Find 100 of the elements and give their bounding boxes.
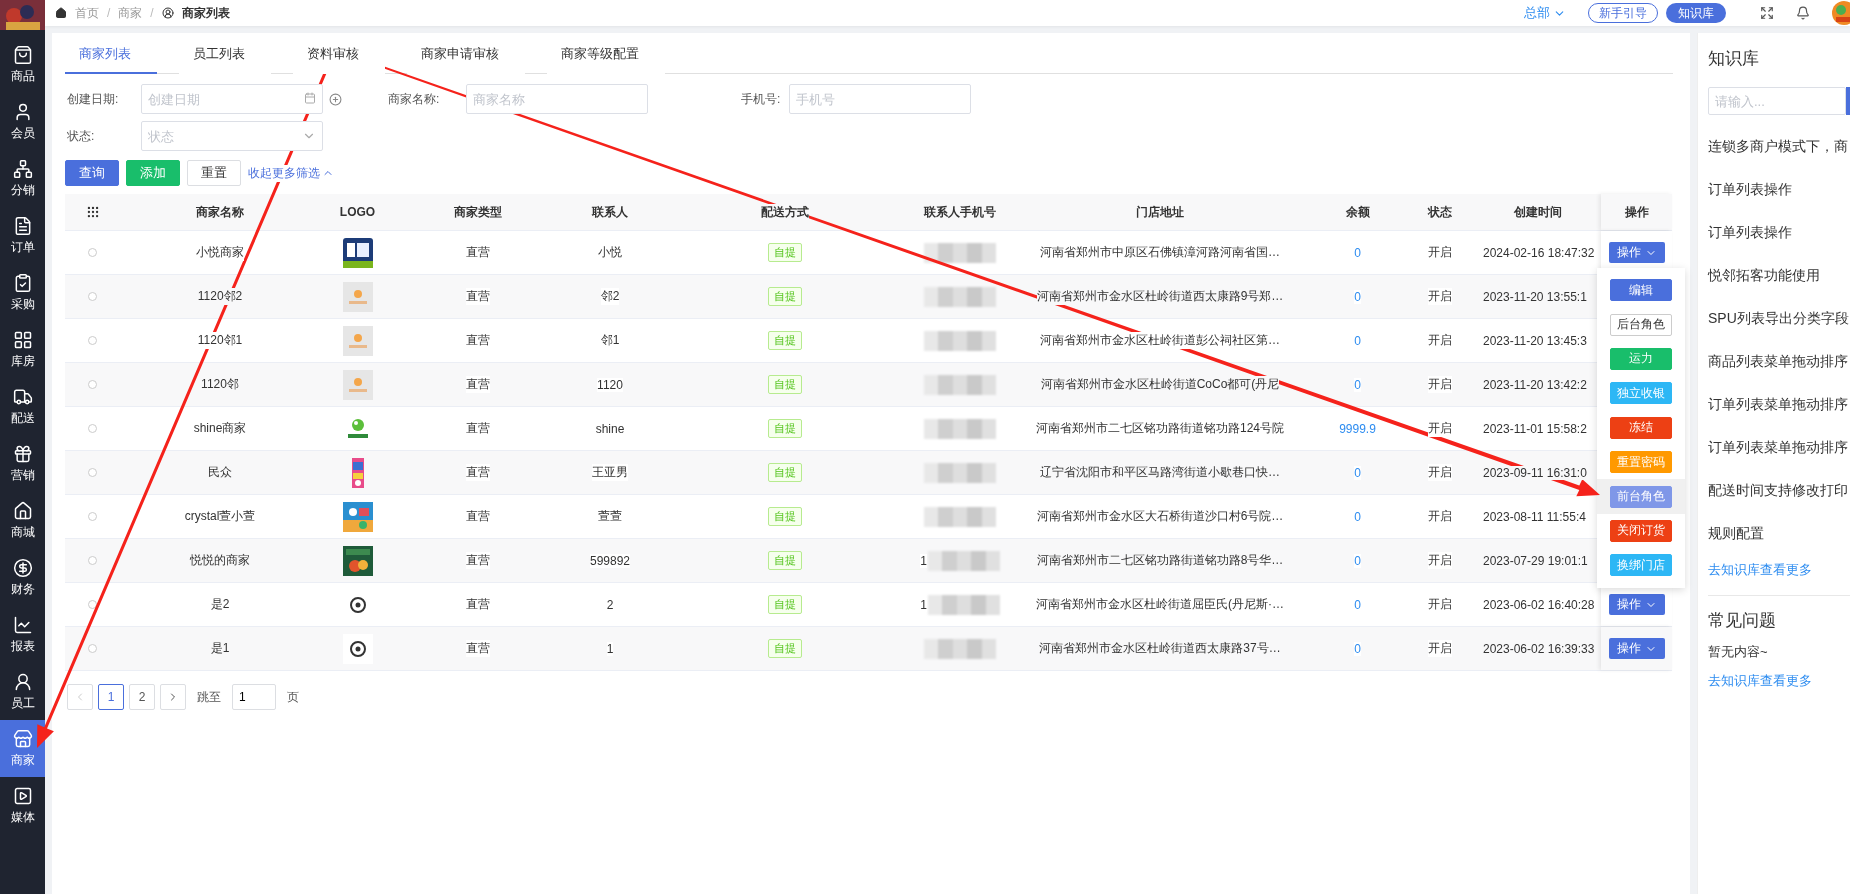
menu-action-button[interactable]: 前台角色 <box>1610 485 1672 508</box>
nav-item[interactable]: 媒体 <box>0 777 45 834</box>
balance-link[interactable]: 0 <box>1354 553 1361 568</box>
article-link[interactable]: 悦邻拓客功能使用 <box>1708 254 1850 297</box>
nav-item[interactable]: 员工 <box>0 663 45 720</box>
menu-action-button[interactable]: 冻结 <box>1610 416 1672 439</box>
gift-icon <box>12 443 33 464</box>
table-cell: 开启 <box>1428 596 1452 613</box>
table-cell: 河南省郑州市中原区石佛镇漳河路河南省国… <box>1040 244 1280 261</box>
row-radio[interactable] <box>88 292 97 301</box>
delivery-tag: 自提 <box>768 551 802 570</box>
nav-item[interactable]: 财务 <box>0 549 45 606</box>
reset-button[interactable]: 重置 <box>187 160 241 186</box>
redacted-phone <box>924 330 996 351</box>
row-radio[interactable] <box>88 556 97 565</box>
row-radio[interactable] <box>88 336 97 345</box>
breadcrumb-link[interactable]: 商家 <box>118 4 143 22</box>
article-link[interactable]: 订单列表操作 <box>1708 168 1850 211</box>
table-cell: 邻1 <box>600 332 620 349</box>
row-radio[interactable] <box>88 512 97 521</box>
article-link[interactable]: 配送时间支持修改打印 <box>1708 469 1850 512</box>
nav-item[interactable]: 商家 <box>0 720 45 777</box>
redacted-phone <box>924 506 996 527</box>
article-link[interactable]: 商品列表菜单拖动排序 <box>1708 340 1850 383</box>
row-radio[interactable] <box>88 468 97 477</box>
breadcrumb-link[interactable]: 首页 <box>75 4 99 22</box>
balance-link[interactable]: 0 <box>1354 597 1361 612</box>
calendar-icon <box>304 92 316 104</box>
balance-link[interactable]: 0 <box>1354 289 1361 304</box>
table-cell: 2024-02-16 18:47:32 <box>1483 245 1595 260</box>
search-field[interactable]: 请输入... <box>1708 87 1846 115</box>
column-settings-icon[interactable] <box>85 205 100 219</box>
delivery-tag: 自提 <box>768 639 802 658</box>
actions-dropdown-button[interactable]: 操作 <box>1608 638 1665 659</box>
next-page-button[interactable] <box>160 684 186 710</box>
table-cell: 直营 <box>465 376 490 393</box>
balance-link[interactable]: 9999.9 <box>1339 421 1376 436</box>
balance-link[interactable]: 0 <box>1354 641 1361 656</box>
nav-item[interactable]: 分销 <box>0 150 45 207</box>
input-field[interactable]: 手机号 <box>789 84 971 114</box>
nav-item[interactable]: 营销 <box>0 435 45 492</box>
status-select[interactable]: 状态 <box>141 121 323 151</box>
balance-link[interactable]: 0 <box>1354 245 1361 260</box>
chart-icon <box>12 614 33 635</box>
menu-action-button[interactable]: 关闭订货 <box>1610 519 1672 542</box>
article-link[interactable]: 连锁多商户模式下，商 <box>1708 125 1850 168</box>
nav-item[interactable]: 商品 <box>0 36 45 93</box>
balance-link[interactable]: 0 <box>1354 377 1361 392</box>
nav-item[interactable]: 报表 <box>0 606 45 663</box>
balance-link[interactable]: 0 <box>1354 509 1361 524</box>
prev-page-button[interactable] <box>67 684 93 710</box>
page-input[interactable]: 1 <box>232 684 276 710</box>
table-cell: 1120邻1 <box>197 332 243 349</box>
more-link[interactable]: 去知识库查看更多 <box>1708 666 1850 696</box>
date-field[interactable]: 创建日期 <box>141 84 323 114</box>
article-link[interactable]: 规则配置 <box>1708 512 1850 555</box>
table-cell: 王亚男 <box>592 464 628 481</box>
bell-icon[interactable] <box>1796 6 1810 20</box>
query-button[interactable]: 查询 <box>65 160 119 186</box>
balance-link[interactable]: 0 <box>1354 333 1361 348</box>
input-field[interactable]: 商家名称 <box>466 84 648 114</box>
nav-item[interactable]: 订单 <box>0 207 45 264</box>
page-button[interactable]: 2 <box>129 684 155 710</box>
nav-item[interactable]: 商城 <box>0 492 45 549</box>
menu-action-button[interactable]: 后台角色 <box>1610 313 1672 336</box>
more-link[interactable]: 去知识库查看更多 <box>1708 555 1850 585</box>
nav-item[interactable]: 会员 <box>0 93 45 150</box>
article-link[interactable]: 订单列表菜单拖动排序 <box>1708 383 1850 426</box>
filter-label: 商家名称: <box>388 90 441 108</box>
menu-action-button[interactable]: 编辑 <box>1610 279 1672 302</box>
add-icon[interactable] <box>329 92 342 106</box>
row-radio[interactable] <box>88 644 97 653</box>
nav-item[interactable]: 库房 <box>0 321 45 378</box>
page-button[interactable]: 1 <box>98 684 124 710</box>
knowledge-button[interactable]: 知识库 <box>1666 3 1726 23</box>
nav-item[interactable]: 配送 <box>0 378 45 435</box>
row-radio[interactable] <box>88 424 97 433</box>
actions-dropdown-button[interactable]: 操作 <box>1608 594 1665 615</box>
delivery-tag: 自提 <box>768 287 802 306</box>
table-cell: 直营 <box>465 332 490 349</box>
redacted-phone <box>924 286 996 307</box>
org-select[interactable]: 总部 <box>1524 4 1566 22</box>
table-cell: 1120邻2 <box>197 288 243 305</box>
collapse-filters-link[interactable]: 收起更多筛选 <box>248 164 334 182</box>
bag-icon <box>12 44 33 65</box>
article-link[interactable]: SPU列表导出分类字段 <box>1708 297 1850 340</box>
table-cell: 2023-09-11 16:31:0 <box>1483 465 1587 480</box>
column-header: LOGO <box>339 205 376 219</box>
row-radio[interactable] <box>88 248 97 257</box>
table-cell: 河南省郑州市金水区杜岭街道CoCo都可(丹尼 <box>1040 376 1280 393</box>
table-cell: 直营 <box>465 596 490 613</box>
row-radio[interactable] <box>88 380 97 389</box>
actions-dropdown-button[interactable]: 操作 <box>1608 242 1665 263</box>
fullscreen-icon[interactable] <box>1760 6 1774 20</box>
nav-item[interactable]: 采购 <box>0 264 45 321</box>
article-link[interactable]: 订单列表操作 <box>1708 211 1850 254</box>
balance-link[interactable]: 0 <box>1354 465 1361 480</box>
column-header: 联系人 <box>592 203 628 221</box>
guide-button[interactable]: 新手引导 <box>1588 3 1658 23</box>
article-link[interactable]: 订单列表菜单拖动排序 <box>1708 426 1850 469</box>
